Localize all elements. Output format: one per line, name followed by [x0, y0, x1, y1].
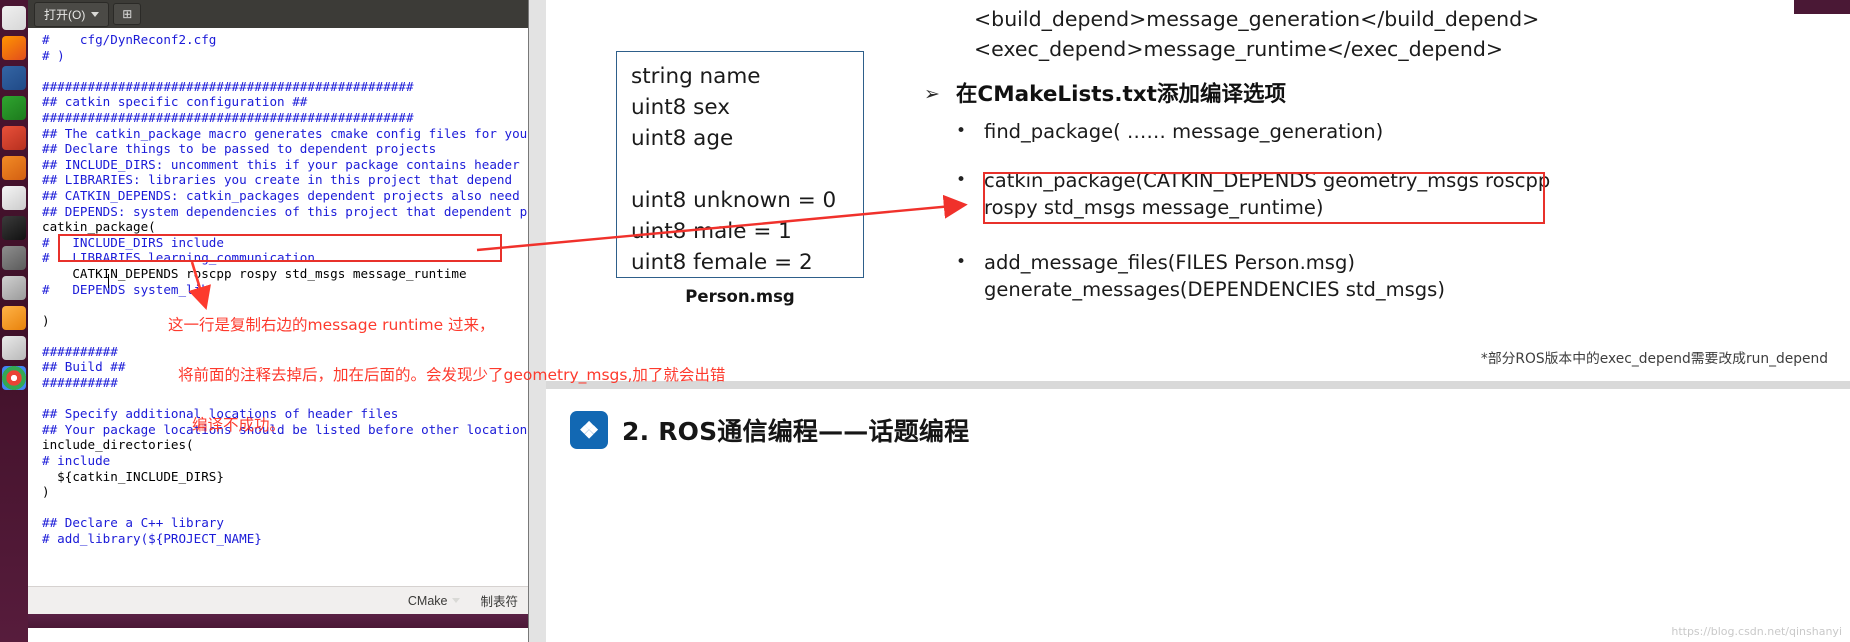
settings-icon[interactable] — [2, 246, 26, 270]
red-annotation: 这一行是复制右边的message runtime 过来， 将前面的注释去掉后，加… — [168, 288, 888, 463]
chrome-icon[interactable] — [2, 366, 26, 390]
gedit-icon[interactable] — [2, 336, 26, 360]
software-icon[interactable] — [2, 156, 26, 180]
code-block-1: # cfg/DynReconf2.cfg # ) ###############… — [42, 32, 528, 219]
help-icon[interactable] — [2, 186, 26, 210]
chevron-down-icon — [452, 598, 461, 603]
section-heading-text: 在CMakeLists.txt添加编译选项 — [955, 82, 1286, 107]
new-tab-icon: ⊞ — [122, 7, 133, 21]
code-catkin-package-open: catkin_package( — [42, 219, 156, 235]
text-cursor — [108, 274, 109, 288]
editor-statusbar: CMake 制表符 — [28, 586, 528, 614]
ubuntu-launcher — [0, 0, 28, 642]
bullet-item-1: • find_package( …… message_generation) — [956, 118, 1746, 145]
bullet-item-3: • add_message_files(FILES Person.msg) ge… — [956, 249, 1776, 303]
tab-width-label: 制表符 — [480, 595, 518, 609]
terminal-icon[interactable] — [2, 216, 26, 240]
code-catkin-depends-line: CATKIN_DEPENDS roscpp rospy std_msgs mes… — [42, 265, 467, 281]
window-edge — [1794, 0, 1850, 14]
code-close-paren: ) — [42, 312, 50, 328]
annotation-line-3: 编译不成功。 — [192, 416, 286, 434]
open-file-label: 打开(O) — [44, 7, 86, 22]
code-block-build: ########## ## Build ## ########## — [42, 343, 126, 391]
package-xml-snippet: <build_depend>message_generation</build_… — [974, 7, 1540, 61]
desktop-strip — [28, 614, 528, 628]
chevron-down-icon — [91, 11, 100, 17]
tab-width-selector[interactable]: 制表符 — [480, 591, 518, 610]
person-msg-box: string name uint8 sex uint8 age uint8 un… — [616, 51, 864, 278]
writer-icon[interactable] — [2, 66, 26, 90]
bullet-marker: • — [956, 121, 967, 141]
firefox-icon[interactable] — [2, 36, 26, 60]
code-block-2: # INCLUDE_DIRS include # LIBRARIES learn… — [42, 234, 315, 266]
language-selector[interactable]: CMake — [408, 594, 461, 608]
code-block-5: # include — [42, 453, 111, 469]
slide-highlight-box — [983, 172, 1545, 224]
bullet-text: find_package( …… message_generation) — [984, 120, 1384, 143]
calc-icon[interactable] — [2, 96, 26, 120]
bullet-marker: • — [956, 252, 967, 272]
editor-titlebar: 打开(O) ⊞ — [28, 0, 528, 28]
chevron-right-icon: ➢ — [924, 84, 940, 105]
code-block-6: ${catkin_INCLUDE_DIRS} ) — [42, 468, 224, 500]
impress-icon[interactable] — [2, 126, 26, 150]
open-file-button[interactable]: 打开(O) — [34, 1, 110, 27]
annotation-line-2: 将前面的注释去掉后，加在后面的。会发现少了geometry_msgs,加了就会出… — [178, 366, 726, 384]
bullet-text: add_message_files(FILES Person.msg) gene… — [984, 251, 1445, 301]
trash-icon[interactable] — [2, 276, 26, 300]
language-label: CMake — [407, 593, 448, 608]
section-heading: ➢ 在CMakeLists.txt添加编译选项 — [924, 82, 1754, 108]
amazon-icon[interactable] — [2, 306, 26, 330]
annotation-line-1: 这一行是复制右边的message runtime 过来， — [168, 316, 495, 334]
slide-footnote: *部分ROS版本中的exec_depend需要改成run_depend — [1480, 351, 1828, 367]
code-block-7: ## Declare a C++ library # add_library($… — [42, 515, 262, 546]
new-tab-button[interactable]: ⊞ — [113, 3, 142, 25]
files-icon[interactable] — [2, 6, 26, 30]
bullet-marker: • — [956, 170, 967, 190]
screen: 打开(O) ⊞ # cfg/DynReconf2.cfg # ) #######… — [0, 0, 1850, 642]
watermark: https://blog.csdn.net/qinshanyi — [1671, 625, 1842, 638]
